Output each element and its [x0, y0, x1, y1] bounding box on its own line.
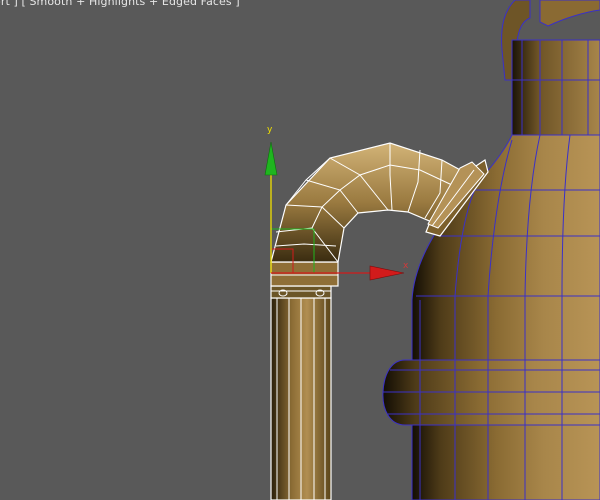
3d-viewport[interactable]: y x ort ] [ Smooth + Highlights + Edged … [0, 0, 600, 500]
viewport-scene[interactable] [0, 0, 600, 500]
jug-vessel[interactable] [382, 0, 600, 500]
viewport-label[interactable]: ort ] [ Smooth + Highlights + Edged Face… [0, 0, 240, 8]
axis-y-label: y [267, 125, 273, 135]
jug-neck[interactable] [511, 39, 600, 136]
axis-x-label: x [403, 261, 409, 271]
axis-y-arrow[interactable] [264, 141, 278, 176]
axis-x-arrow[interactable] [369, 265, 405, 281]
